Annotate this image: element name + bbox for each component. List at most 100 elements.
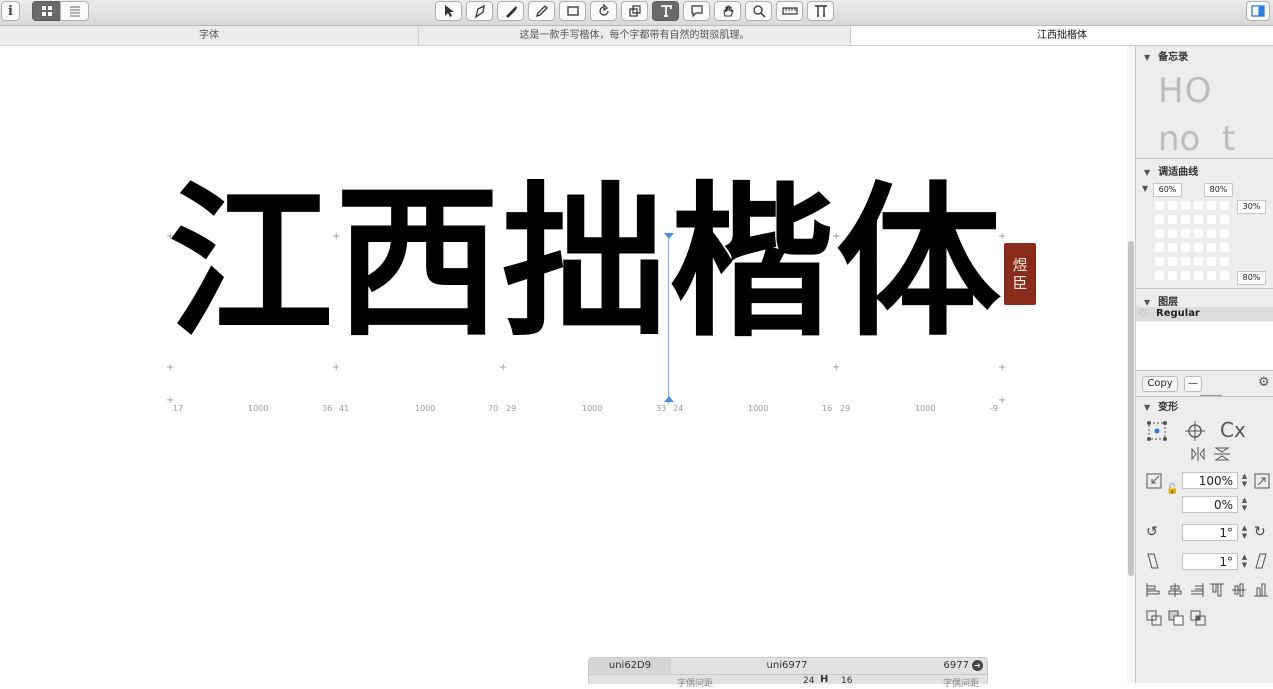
select-tool-button[interactable]: [435, 1, 462, 21]
curve-cell[interactable]: [1194, 229, 1203, 238]
curve-pct-side-top[interactable]: 30%: [1237, 200, 1266, 214]
flip-vertical-icon[interactable]: [1214, 447, 1230, 465]
curve-cell[interactable]: [1181, 271, 1190, 280]
curve-cell[interactable]: [1194, 257, 1203, 266]
curve-pct-right[interactable]: 80%: [1204, 183, 1233, 197]
rotate-ccw-icon[interactable]: ↺: [1146, 524, 1158, 540]
curve-cell[interactable]: [1181, 257, 1190, 266]
scale-down-icon[interactable]: [1146, 473, 1162, 493]
curve-cell[interactable]: [1207, 271, 1216, 280]
curve-cell[interactable]: [1155, 257, 1164, 266]
align-center-h-icon[interactable]: [1168, 583, 1182, 601]
glyph-jiang[interactable]: 江: [168, 180, 333, 345]
shape-tool-button[interactable]: [559, 1, 586, 21]
grid-view-button[interactable]: [32, 1, 61, 21]
curve-cell[interactable]: [1194, 215, 1203, 224]
align-top-icon[interactable]: [1210, 583, 1224, 601]
subtract-icon[interactable]: [1168, 610, 1184, 630]
slant-field[interactable]: 1°: [1182, 553, 1238, 570]
curve-pct-left[interactable]: 60%: [1153, 183, 1182, 197]
prev-glyph-name[interactable]: uni62D9: [589, 658, 671, 674]
text-tool-button[interactable]: [652, 1, 679, 21]
rotate-cw-icon[interactable]: ↻: [1254, 524, 1266, 540]
slant-left-icon[interactable]: [1146, 553, 1160, 573]
curve-cell[interactable]: [1207, 201, 1216, 210]
align-center-v-icon[interactable]: [1232, 583, 1246, 601]
align-bottom-icon[interactable]: [1254, 583, 1268, 601]
glyph-xi[interactable]: 西: [335, 180, 500, 345]
scroll-thumb[interactable]: [1128, 241, 1134, 576]
curve-cell[interactable]: [1194, 271, 1203, 280]
curve-cell[interactable]: [1194, 243, 1203, 252]
scale-stepper-secondary[interactable]: ▲ ▼: [1240, 496, 1249, 513]
scale-field[interactable]: 100%: [1182, 472, 1238, 489]
curve-pct-side-bottom[interactable]: 80%: [1237, 271, 1266, 285]
lock-icon[interactable]: 🔓: [1166, 482, 1178, 498]
tab-font[interactable]: 字体: [0, 26, 419, 45]
scale-field-secondary[interactable]: 0%: [1182, 496, 1238, 513]
curve-disclosure-icon[interactable]: ▼: [1142, 184, 1148, 193]
metric-origin-icon[interactable]: Cx: [1220, 419, 1246, 441]
measure-tool-button[interactable]: [776, 1, 803, 21]
memo-section-title[interactable]: 备忘录: [1144, 48, 1188, 63]
curve-cell[interactable]: [1220, 201, 1229, 210]
kerning-value-right[interactable]: 16: [841, 676, 852, 686]
zoom-tool-button[interactable]: [745, 1, 772, 21]
curve-cell[interactable]: [1181, 215, 1190, 224]
tab-font-name[interactable]: 江西拙楷体: [851, 26, 1273, 45]
curve-section-title[interactable]: 调适曲线: [1144, 163, 1198, 178]
curve-cell[interactable]: [1220, 243, 1229, 252]
rotate-stepper[interactable]: ▲ ▼: [1240, 524, 1249, 541]
curve-cell[interactable]: [1220, 229, 1229, 238]
pen-tool-button[interactable]: [497, 1, 524, 21]
eye-icon[interactable]: ◌: [1139, 308, 1147, 318]
curve-cell[interactable]: [1207, 257, 1216, 266]
scale-up-icon[interactable]: [1254, 473, 1270, 493]
union-icon[interactable]: [1146, 610, 1162, 630]
tab-sample-text[interactable]: 这是一款手写楷体，每个字都带有自然的斑驳肌理。: [419, 26, 851, 45]
kerning-value-left[interactable]: 24: [803, 676, 814, 686]
transform-section-title[interactable]: 变形: [1144, 398, 1178, 413]
arrow-right-circle-icon[interactable]: ➜: [972, 660, 983, 671]
pencil-tool-button[interactable]: [528, 1, 555, 21]
flip-horizontal-icon[interactable]: [1190, 447, 1206, 465]
info-button[interactable]: i: [1, 1, 20, 21]
curve-cell[interactable]: [1155, 201, 1164, 210]
vertical-scrollbar[interactable]: [1127, 46, 1135, 683]
scale-stepper[interactable]: ▲ ▼: [1240, 472, 1249, 489]
curve-cell[interactable]: [1155, 243, 1164, 252]
curve-cell[interactable]: [1168, 201, 1177, 210]
curve-cell[interactable]: [1155, 215, 1164, 224]
curve-cell[interactable]: [1168, 257, 1177, 266]
slant-stepper[interactable]: ▲ ▼: [1240, 553, 1249, 570]
intersect-icon[interactable]: [1190, 610, 1206, 630]
annotation-tool-button[interactable]: [683, 1, 710, 21]
align-right-icon[interactable]: [1190, 583, 1204, 601]
glyph-kai[interactable]: 楷: [669, 180, 834, 345]
curve-cell[interactable]: [1168, 243, 1177, 252]
rotate-tool-button[interactable]: [590, 1, 617, 21]
sidebar-toggle-button[interactable]: [1246, 1, 1270, 21]
hand-tool-button[interactable]: [714, 1, 741, 21]
layers-section-title[interactable]: 图层: [1144, 293, 1178, 308]
copy-button[interactable]: Copy: [1142, 376, 1178, 392]
curve-cell[interactable]: [1168, 215, 1177, 224]
align-left-icon[interactable]: [1146, 583, 1160, 601]
curve-cell[interactable]: [1207, 229, 1216, 238]
curve-cell[interactable]: [1220, 271, 1229, 280]
curve-cell[interactable]: [1181, 229, 1190, 238]
glyph-zhuo[interactable]: 拙: [502, 180, 667, 345]
slant-right-icon[interactable]: [1254, 553, 1268, 573]
curve-cell[interactable]: [1155, 229, 1164, 238]
scale-tool-button[interactable]: [621, 1, 648, 21]
curve-cell[interactable]: [1181, 243, 1190, 252]
curve-cell[interactable]: [1220, 215, 1229, 224]
curve-cell[interactable]: [1168, 271, 1177, 280]
bounding-box-icon[interactable]: [1146, 420, 1168, 446]
curve-cell[interactable]: [1207, 243, 1216, 252]
curve-cell[interactable]: [1181, 201, 1190, 210]
rotate-field[interactable]: 1°: [1182, 524, 1238, 541]
gear-icon[interactable]: ⚙: [1258, 375, 1270, 390]
current-glyph-name[interactable]: uni6977: [671, 658, 903, 674]
draw-tool-button[interactable]: [466, 1, 493, 21]
